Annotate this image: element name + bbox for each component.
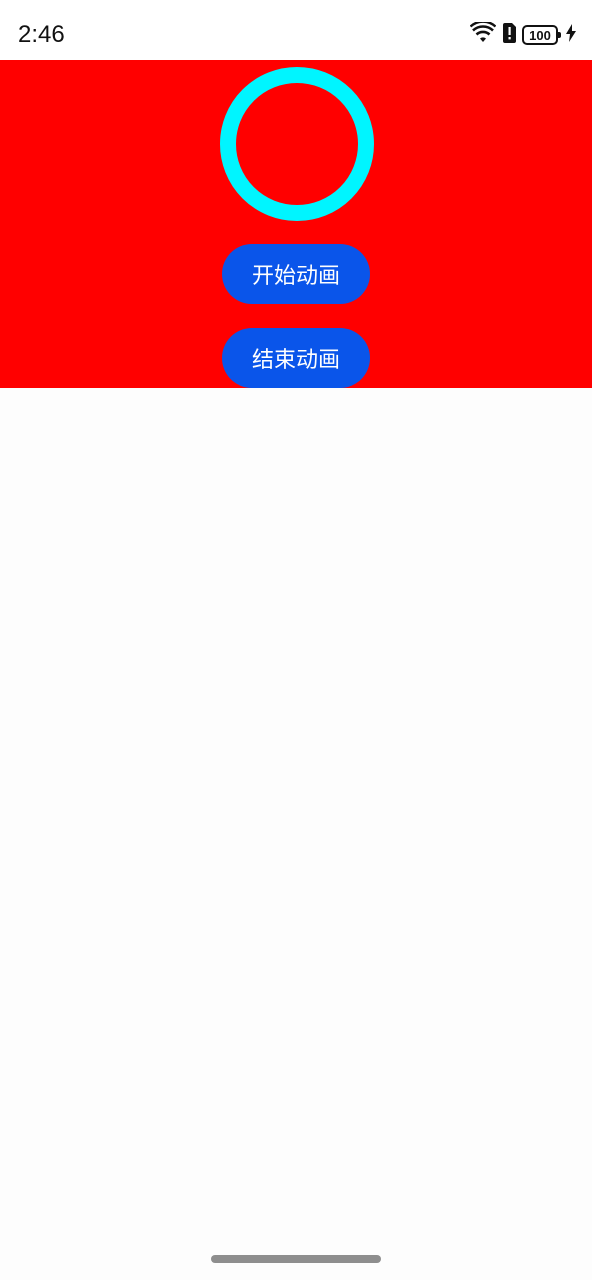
animated-ring [220,67,374,221]
status-bar: 2:46 100 [0,0,592,60]
sim-alert-icon [502,23,516,47]
battery-icon: 100 [522,25,561,45]
wifi-icon [469,20,497,48]
animation-panel: 开始动画 结束动画 [0,60,592,388]
end-animation-button[interactable]: 结束动画 [222,328,370,388]
status-time: 2:46 [18,21,65,48]
charging-icon [566,24,576,46]
start-animation-button[interactable]: 开始动画 [222,244,370,304]
status-icons: 100 [469,20,576,48]
home-indicator[interactable] [211,1255,381,1263]
